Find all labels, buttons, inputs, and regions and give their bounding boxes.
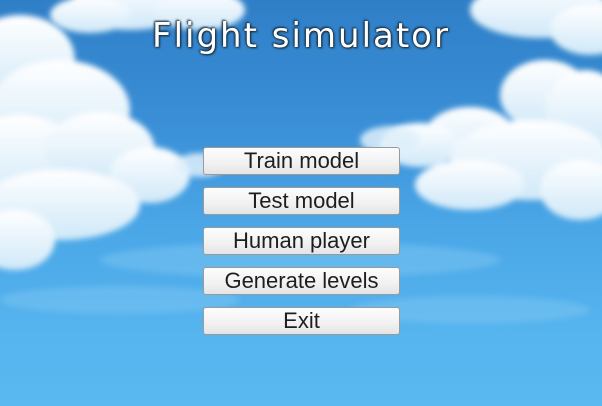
train-model-button[interactable]: Train model (203, 147, 400, 175)
game-title: Flight simulator (152, 16, 450, 56)
human-player-button[interactable]: Human player (203, 227, 400, 255)
main-menu: Train model Test model Human player Gene… (203, 147, 400, 347)
exit-button[interactable]: Exit (203, 307, 400, 335)
generate-levels-button[interactable]: Generate levels (203, 267, 400, 295)
test-model-button[interactable]: Test model (203, 187, 400, 215)
